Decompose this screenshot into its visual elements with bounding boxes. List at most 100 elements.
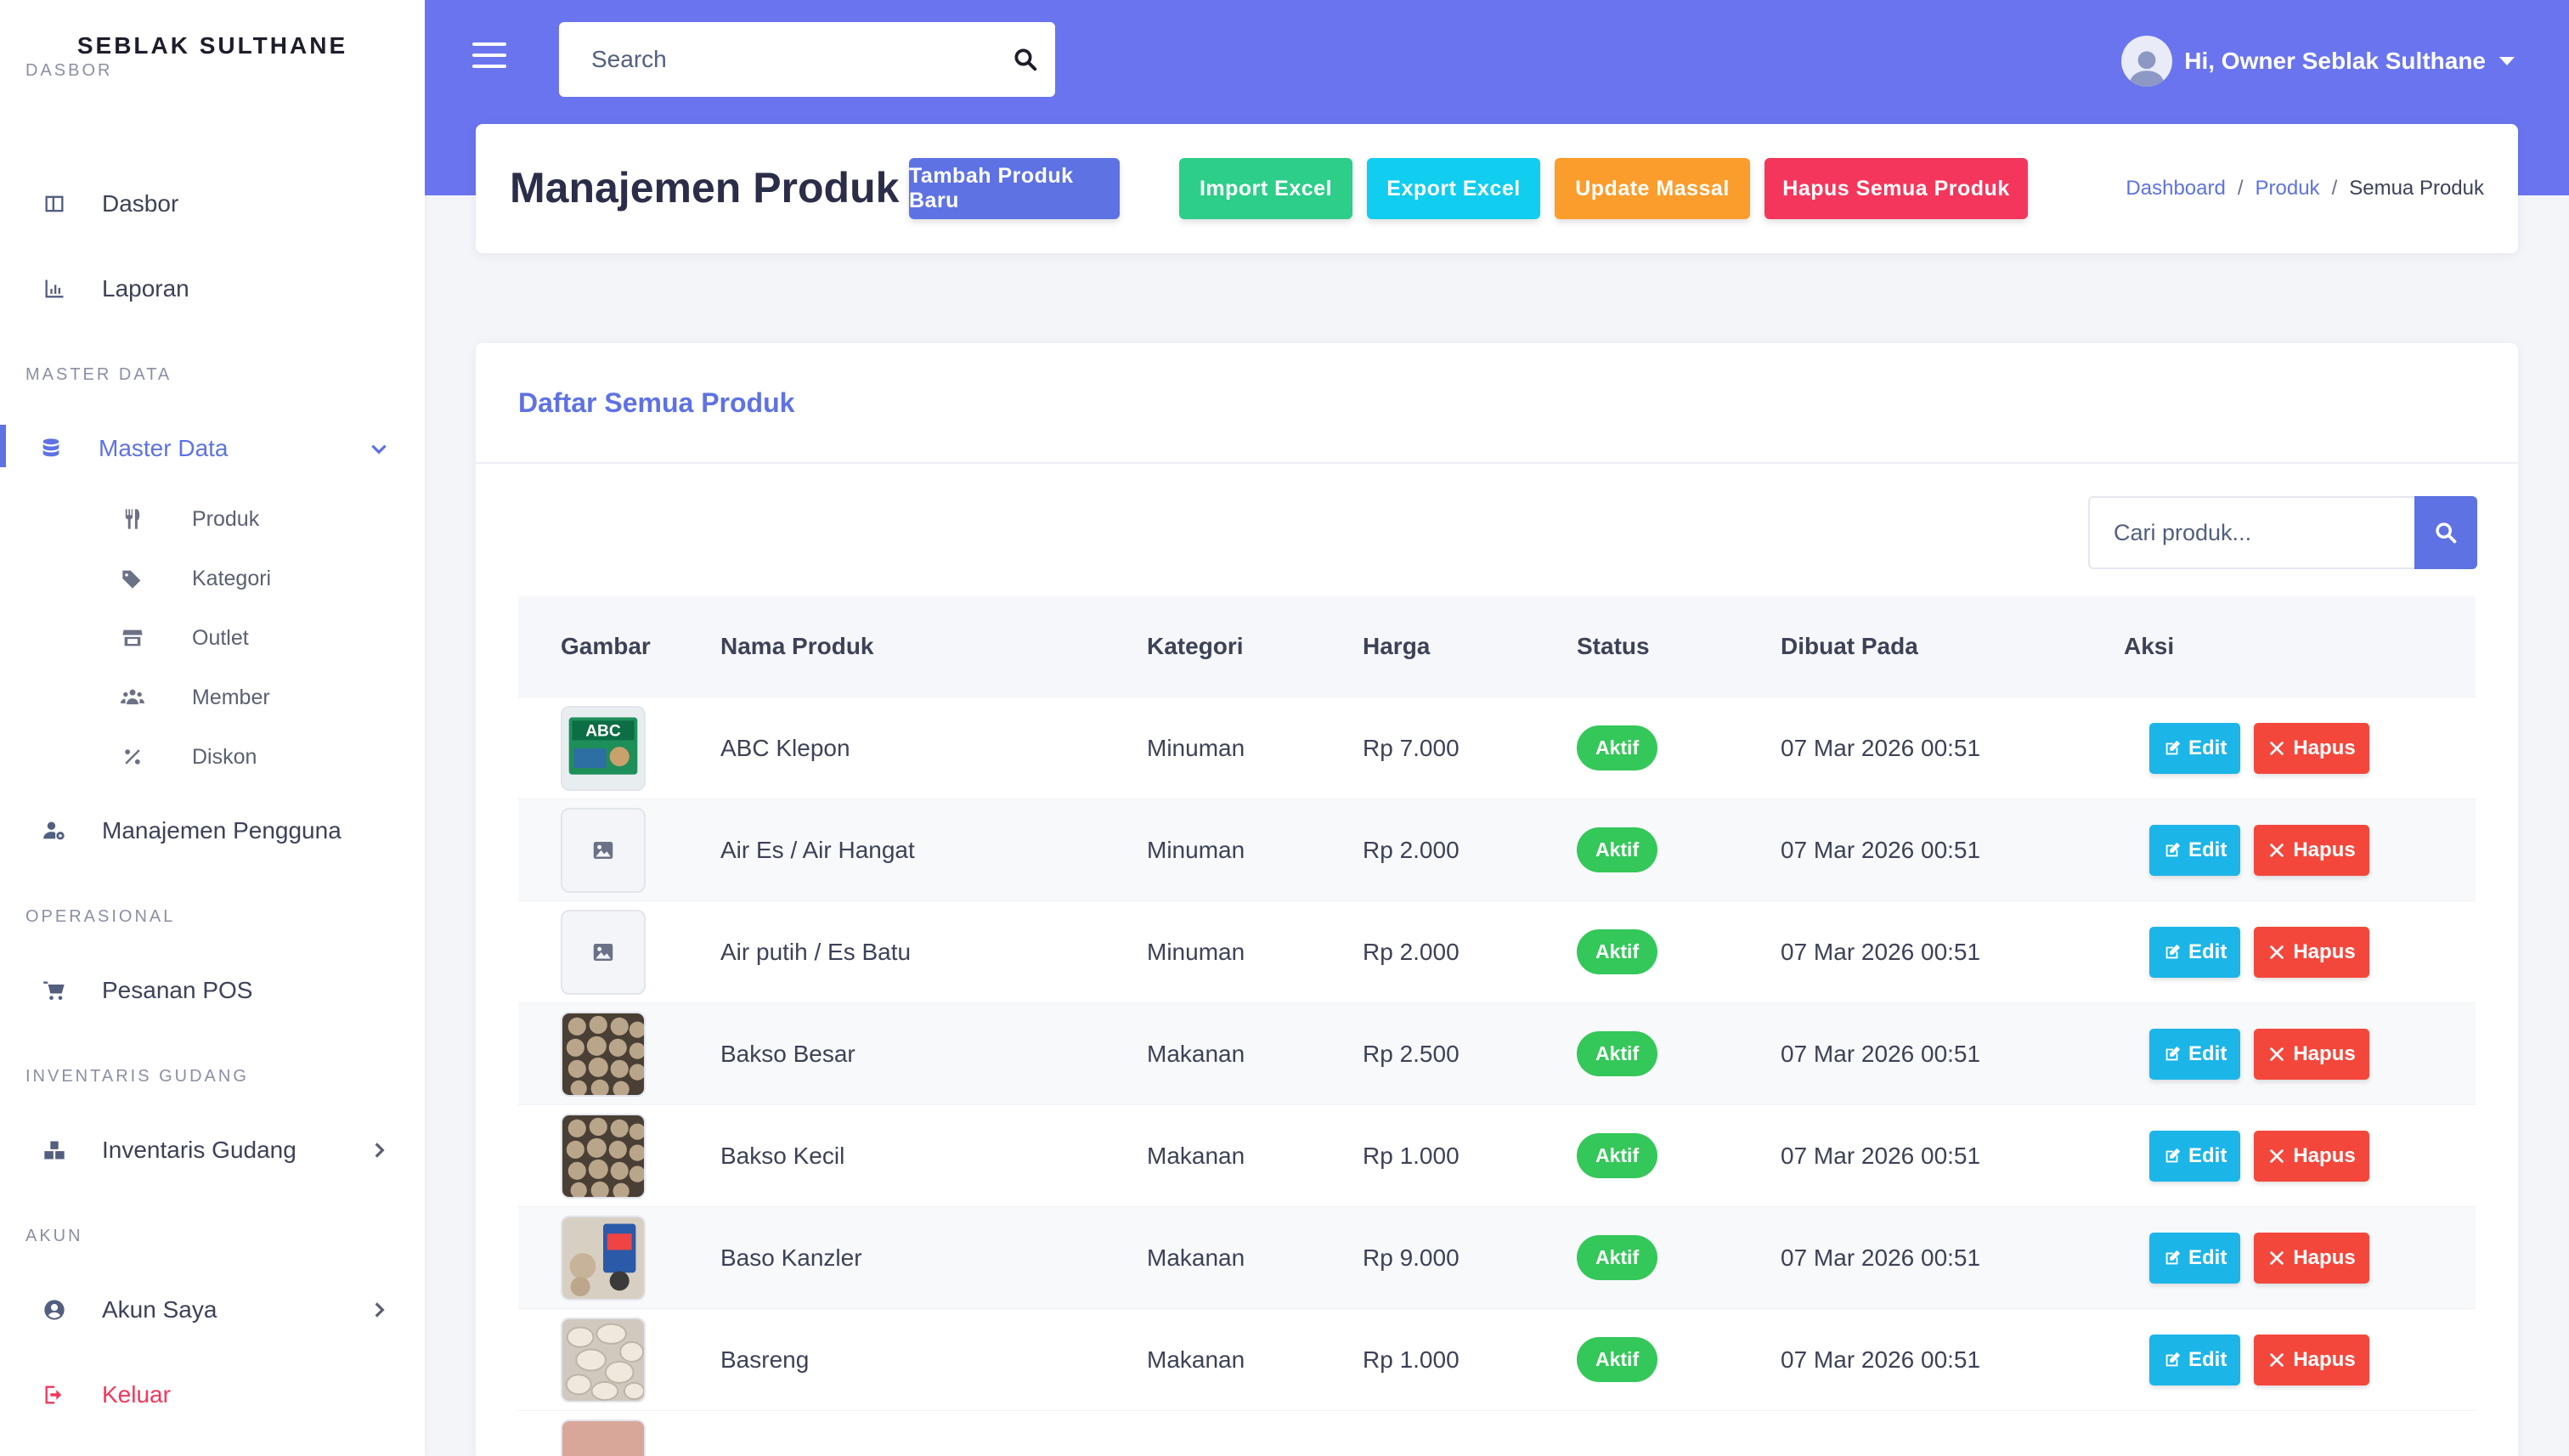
sidebar-item-label: Akun Saya: [102, 1296, 217, 1323]
edit-button[interactable]: Edit: [2149, 926, 2241, 978]
import-excel-button[interactable]: Import Excel: [1179, 158, 1352, 219]
caret-down-icon: [2499, 57, 2515, 65]
edit-label: Edit: [2188, 940, 2227, 963]
export-excel-button[interactable]: Export Excel: [1367, 158, 1540, 219]
chevron-right-icon: [362, 1299, 396, 1321]
sidebar-item-dasbor[interactable]: Dasbor: [0, 177, 425, 231]
menu-toggle-icon[interactable]: [472, 42, 506, 76]
chevron-down-icon: [362, 437, 396, 460]
product-thumbnail[interactable]: [561, 807, 646, 893]
column-header[interactable]: Kategori: [1147, 633, 1363, 660]
sidebar-item-master-data[interactable]: Master Data: [0, 421, 425, 476]
product-price: Rp 1.000: [1363, 1142, 1460, 1169]
product-thumbnail[interactable]: [561, 1113, 646, 1199]
delete-all-button[interactable]: Hapus Semua Produk: [1764, 158, 2028, 219]
edit-icon: [2165, 842, 2181, 856]
edit-button[interactable]: Edit: [2149, 1232, 2241, 1284]
delete-button[interactable]: Hapus: [2254, 1130, 2369, 1182]
edit-button[interactable]: Edit: [2149, 1130, 2241, 1182]
product-price: Rp 2.500: [1363, 1040, 1460, 1067]
delete-button[interactable]: Hapus: [2254, 1028, 2369, 1080]
actions-cell: Edit Hapus: [2124, 1232, 2476, 1284]
delete-label: Hapus: [2293, 1041, 2356, 1065]
sidebar-item-label: Pesanan POS: [102, 977, 253, 1003]
utensils-icon: [121, 507, 192, 531]
breadcrumb-dashboard[interactable]: Dashboard: [2126, 177, 2225, 200]
brand-logo[interactable]: SEBLAK SULTHANE: [0, 32, 425, 59]
table-header: Gambar Nama Produk Kategori Harga Status…: [518, 596, 2476, 697]
product-thumbnail[interactable]: [561, 1215, 646, 1301]
breadcrumb-separator: /: [2237, 177, 2244, 200]
table-row: ABC ABC Klepon Minuman Rp 7.000 Aktif 07 Mar …: [518, 697, 2476, 799]
user-greeting: Hi, Owner Seblak Sulthane: [2184, 48, 2486, 74]
sidebar-item-manajemen-pengguna[interactable]: Manajemen Pengguna: [0, 804, 425, 858]
column-header[interactable]: Harga: [1363, 633, 1577, 660]
edit-button[interactable]: Edit: [2149, 722, 2241, 774]
created-at: 07 Mar 2026 00:51: [1781, 1346, 1981, 1373]
product-thumbnail[interactable]: ABC: [561, 705, 646, 791]
product-search-button[interactable]: [2414, 496, 2477, 569]
product-category: Makanan: [1147, 1244, 1245, 1271]
status-badge: Aktif: [1577, 1031, 1658, 1076]
user-circle-icon: [42, 1298, 102, 1322]
table-row: Bakso Kecil Makanan Rp 1.000 Aktif 07 Mar 20…: [518, 1104, 2476, 1206]
product-name: Air putih / Es Batu: [720, 938, 912, 965]
sidebar-item-laporan[interactable]: Laporan: [0, 262, 425, 316]
close-icon: [2270, 843, 2284, 857]
section-label-dasbor: DASBOR: [25, 61, 113, 80]
sidebar-item-label: Laporan: [102, 275, 189, 302]
sidebar-subitem-member[interactable]: Member: [0, 676, 425, 719]
image-cell: [518, 1113, 720, 1199]
users-icon: [121, 686, 192, 709]
chart-icon: [42, 277, 102, 301]
product-search-input[interactable]: [2088, 496, 2414, 569]
column-header: Gambar: [561, 633, 651, 659]
column-header[interactable]: Nama Produk: [720, 633, 1147, 660]
delete-button[interactable]: Hapus: [2254, 926, 2369, 978]
column-header[interactable]: Status: [1577, 633, 1781, 660]
sidebar-item-inventaris-gudang[interactable]: Inventaris Gudang: [0, 1123, 425, 1177]
status-badge: Aktif: [1577, 827, 1658, 872]
edit-label: Edit: [2188, 736, 2227, 759]
breadcrumb-current: Semua Produk: [2349, 177, 2484, 200]
edit-button[interactable]: Edit: [2149, 1028, 2241, 1080]
edit-icon: [2165, 1148, 2181, 1162]
edit-button[interactable]: Edit: [2149, 824, 2241, 876]
product-thumbnail[interactable]: [561, 909, 646, 995]
divider: [476, 462, 2518, 464]
top-search-input[interactable]: [591, 22, 996, 97]
actions-cell: Edit Hapus: [2124, 926, 2476, 978]
store-icon: [121, 626, 192, 650]
delete-button[interactable]: Hapus: [2254, 1334, 2369, 1385]
sidebar-subitem-outlet[interactable]: Outlet: [0, 617, 425, 659]
sidebar-item-label: Master Data: [99, 435, 229, 461]
sidebar-subitem-kategori[interactable]: Kategori: [0, 557, 425, 600]
bulk-update-button[interactable]: Update Massal: [1555, 158, 1750, 219]
chevron-right-icon: [362, 1139, 396, 1161]
user-menu[interactable]: Hi, Owner Seblak Sulthane: [2121, 36, 2515, 87]
product-thumbnail[interactable]: [561, 1011, 646, 1097]
product-thumbnail[interactable]: [561, 1317, 646, 1402]
sidebar-item-label: Inventaris Gudang: [102, 1137, 296, 1163]
created-at: 07 Mar 2026 00:51: [1781, 1244, 1981, 1271]
sidebar-subitem-diskon[interactable]: Diskon: [0, 736, 425, 778]
actions-cell: Edit Hapus: [2124, 722, 2476, 774]
breadcrumb-produk[interactable]: Produk: [2256, 177, 2320, 200]
image-cell: [518, 1419, 720, 1456]
delete-button[interactable]: Hapus: [2254, 722, 2369, 774]
sidebar-item-pesanan-pos[interactable]: Pesanan POS: [0, 963, 425, 1018]
product-thumbnail[interactable]: [561, 1419, 646, 1456]
add-product-button[interactable]: Tambah Produk Baru: [909, 158, 1120, 219]
sidebar-subitem-produk[interactable]: Produk: [0, 498, 425, 540]
search-icon[interactable]: [996, 47, 1055, 72]
edit-label: Edit: [2188, 1245, 2227, 1269]
column-header[interactable]: Dibuat Pada: [1781, 633, 2124, 660]
sidebar-item-keluar[interactable]: Keluar: [0, 1368, 425, 1422]
delete-label: Hapus: [2293, 1245, 2356, 1269]
delete-button[interactable]: Hapus: [2254, 824, 2369, 876]
edit-button[interactable]: Edit: [2149, 1334, 2241, 1385]
product-price: Rp 2.000: [1363, 836, 1460, 863]
delete-button[interactable]: Hapus: [2254, 1232, 2369, 1284]
sidebar-item-akun-saya[interactable]: Akun Saya: [0, 1283, 425, 1337]
product-price: Rp 1.000: [1363, 1346, 1460, 1373]
